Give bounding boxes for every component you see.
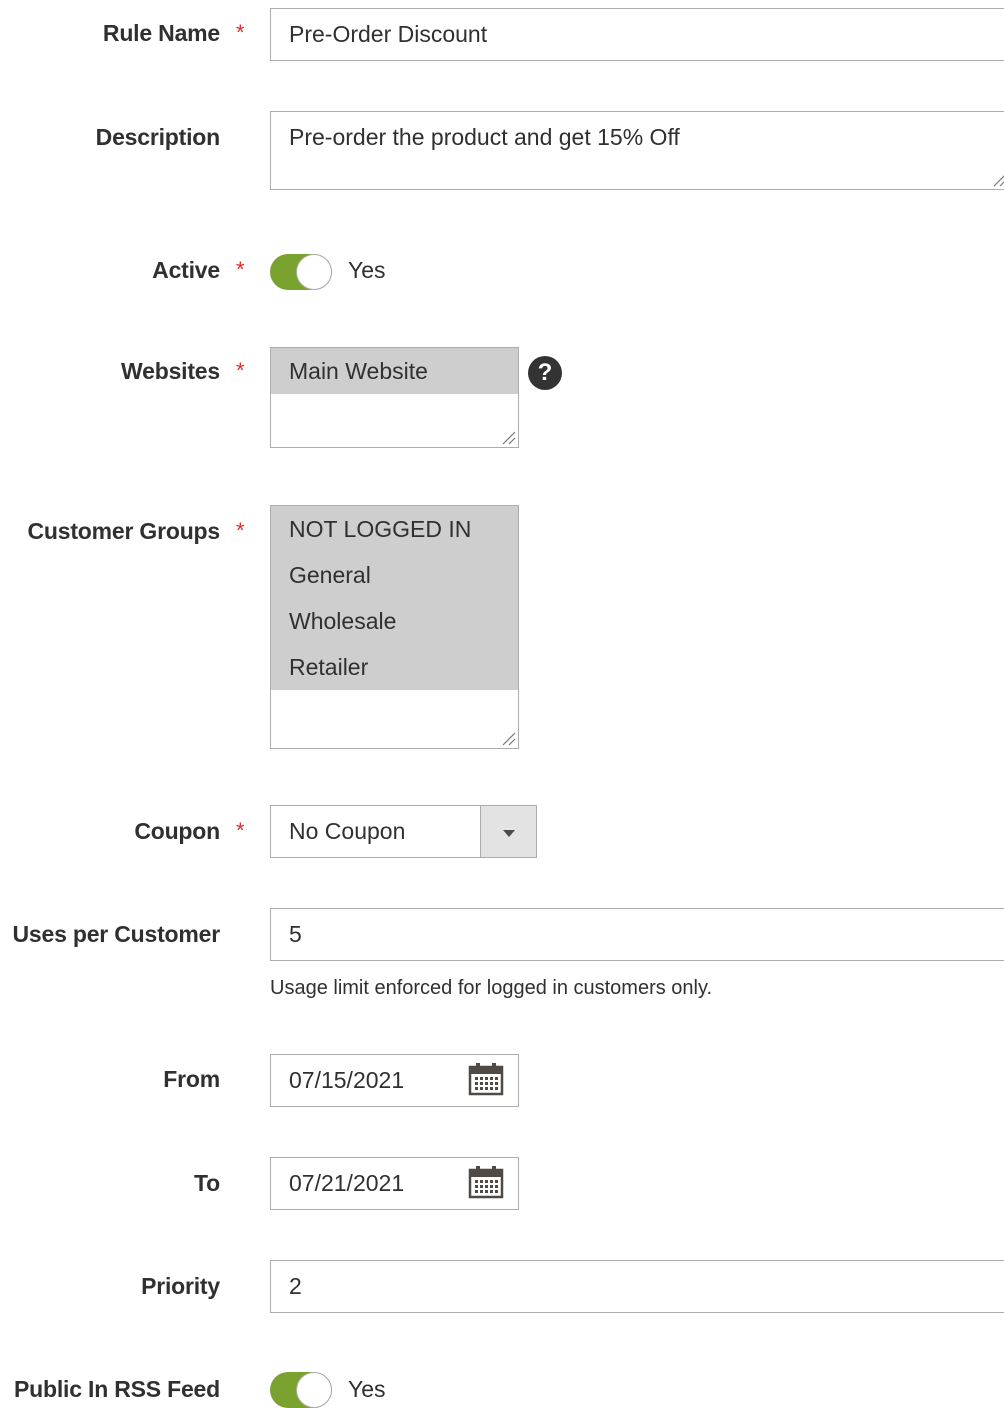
calendar-icon[interactable]	[468, 1165, 504, 1199]
active-toggle[interactable]	[270, 254, 332, 290]
websites-label: Websites	[121, 358, 220, 384]
public-in-rss-feed-label: Public In RSS Feed	[14, 1376, 220, 1402]
toggle-knob	[296, 254, 332, 290]
description-value: Pre-order the product and get 15% Off	[289, 124, 680, 150]
customer-group-option[interactable]: Wholesale	[271, 598, 518, 644]
rule-name-value: Pre-Order Discount	[289, 21, 488, 47]
priority-label: Priority	[141, 1273, 220, 1299]
customer-groups-label: Customer Groups	[27, 518, 220, 544]
public-in-rss-feed-toggle-text: Yes	[348, 1376, 386, 1402]
resize-handle-icon[interactable]	[991, 171, 1004, 187]
websites-option-main-website[interactable]: Main Website	[271, 348, 518, 394]
resize-handle-icon[interactable]	[500, 429, 516, 445]
chevron-down-icon[interactable]	[480, 806, 536, 857]
uses-per-customer-label: Uses per Customer	[12, 921, 220, 947]
uses-per-customer-note: Usage limit enforced for logged in custo…	[270, 977, 713, 999]
active-toggle-text: Yes	[348, 257, 386, 283]
required-marker: *	[236, 518, 245, 543]
description-label: Description	[95, 124, 221, 150]
priority-input[interactable]: 2	[270, 1260, 1004, 1313]
customer-group-option[interactable]: Retailer	[271, 644, 518, 690]
required-marker: *	[236, 358, 245, 383]
websites-multiselect[interactable]: Main Website	[270, 347, 519, 448]
calendar-icon[interactable]	[468, 1062, 504, 1096]
from-label: From	[163, 1066, 220, 1092]
public-in-rss-feed-toggle[interactable]	[270, 1372, 332, 1408]
customer-groups-multiselect[interactable]: NOT LOGGED IN General Wholesale Retailer	[270, 505, 519, 749]
question-icon[interactable]: ?	[528, 356, 562, 390]
description-textarea[interactable]: Pre-order the product and get 15% Off	[270, 111, 1004, 190]
active-label: Active	[152, 257, 220, 283]
uses-per-customer-value: 5	[289, 921, 302, 947]
priority-value: 2	[289, 1273, 302, 1299]
customer-group-option[interactable]: NOT LOGGED IN	[271, 506, 518, 552]
required-marker: *	[236, 818, 245, 843]
toggle-knob	[296, 1372, 332, 1408]
coupon-select[interactable]: No Coupon	[270, 805, 537, 858]
to-date-value: 07/21/2021	[289, 1170, 405, 1196]
to-label: To	[194, 1170, 220, 1196]
coupon-label: Coupon	[134, 818, 220, 844]
customer-group-option[interactable]: General	[271, 552, 518, 598]
uses-per-customer-input[interactable]: 5	[270, 908, 1004, 961]
required-marker: *	[236, 257, 245, 282]
resize-handle-icon[interactable]	[500, 730, 516, 746]
from-date-value: 07/15/2021	[289, 1067, 405, 1093]
rule-name-input[interactable]: Pre-Order Discount	[270, 8, 1004, 61]
rule-name-label: Rule Name	[102, 20, 220, 46]
coupon-value: No Coupon	[289, 818, 406, 844]
required-marker: *	[236, 20, 245, 45]
